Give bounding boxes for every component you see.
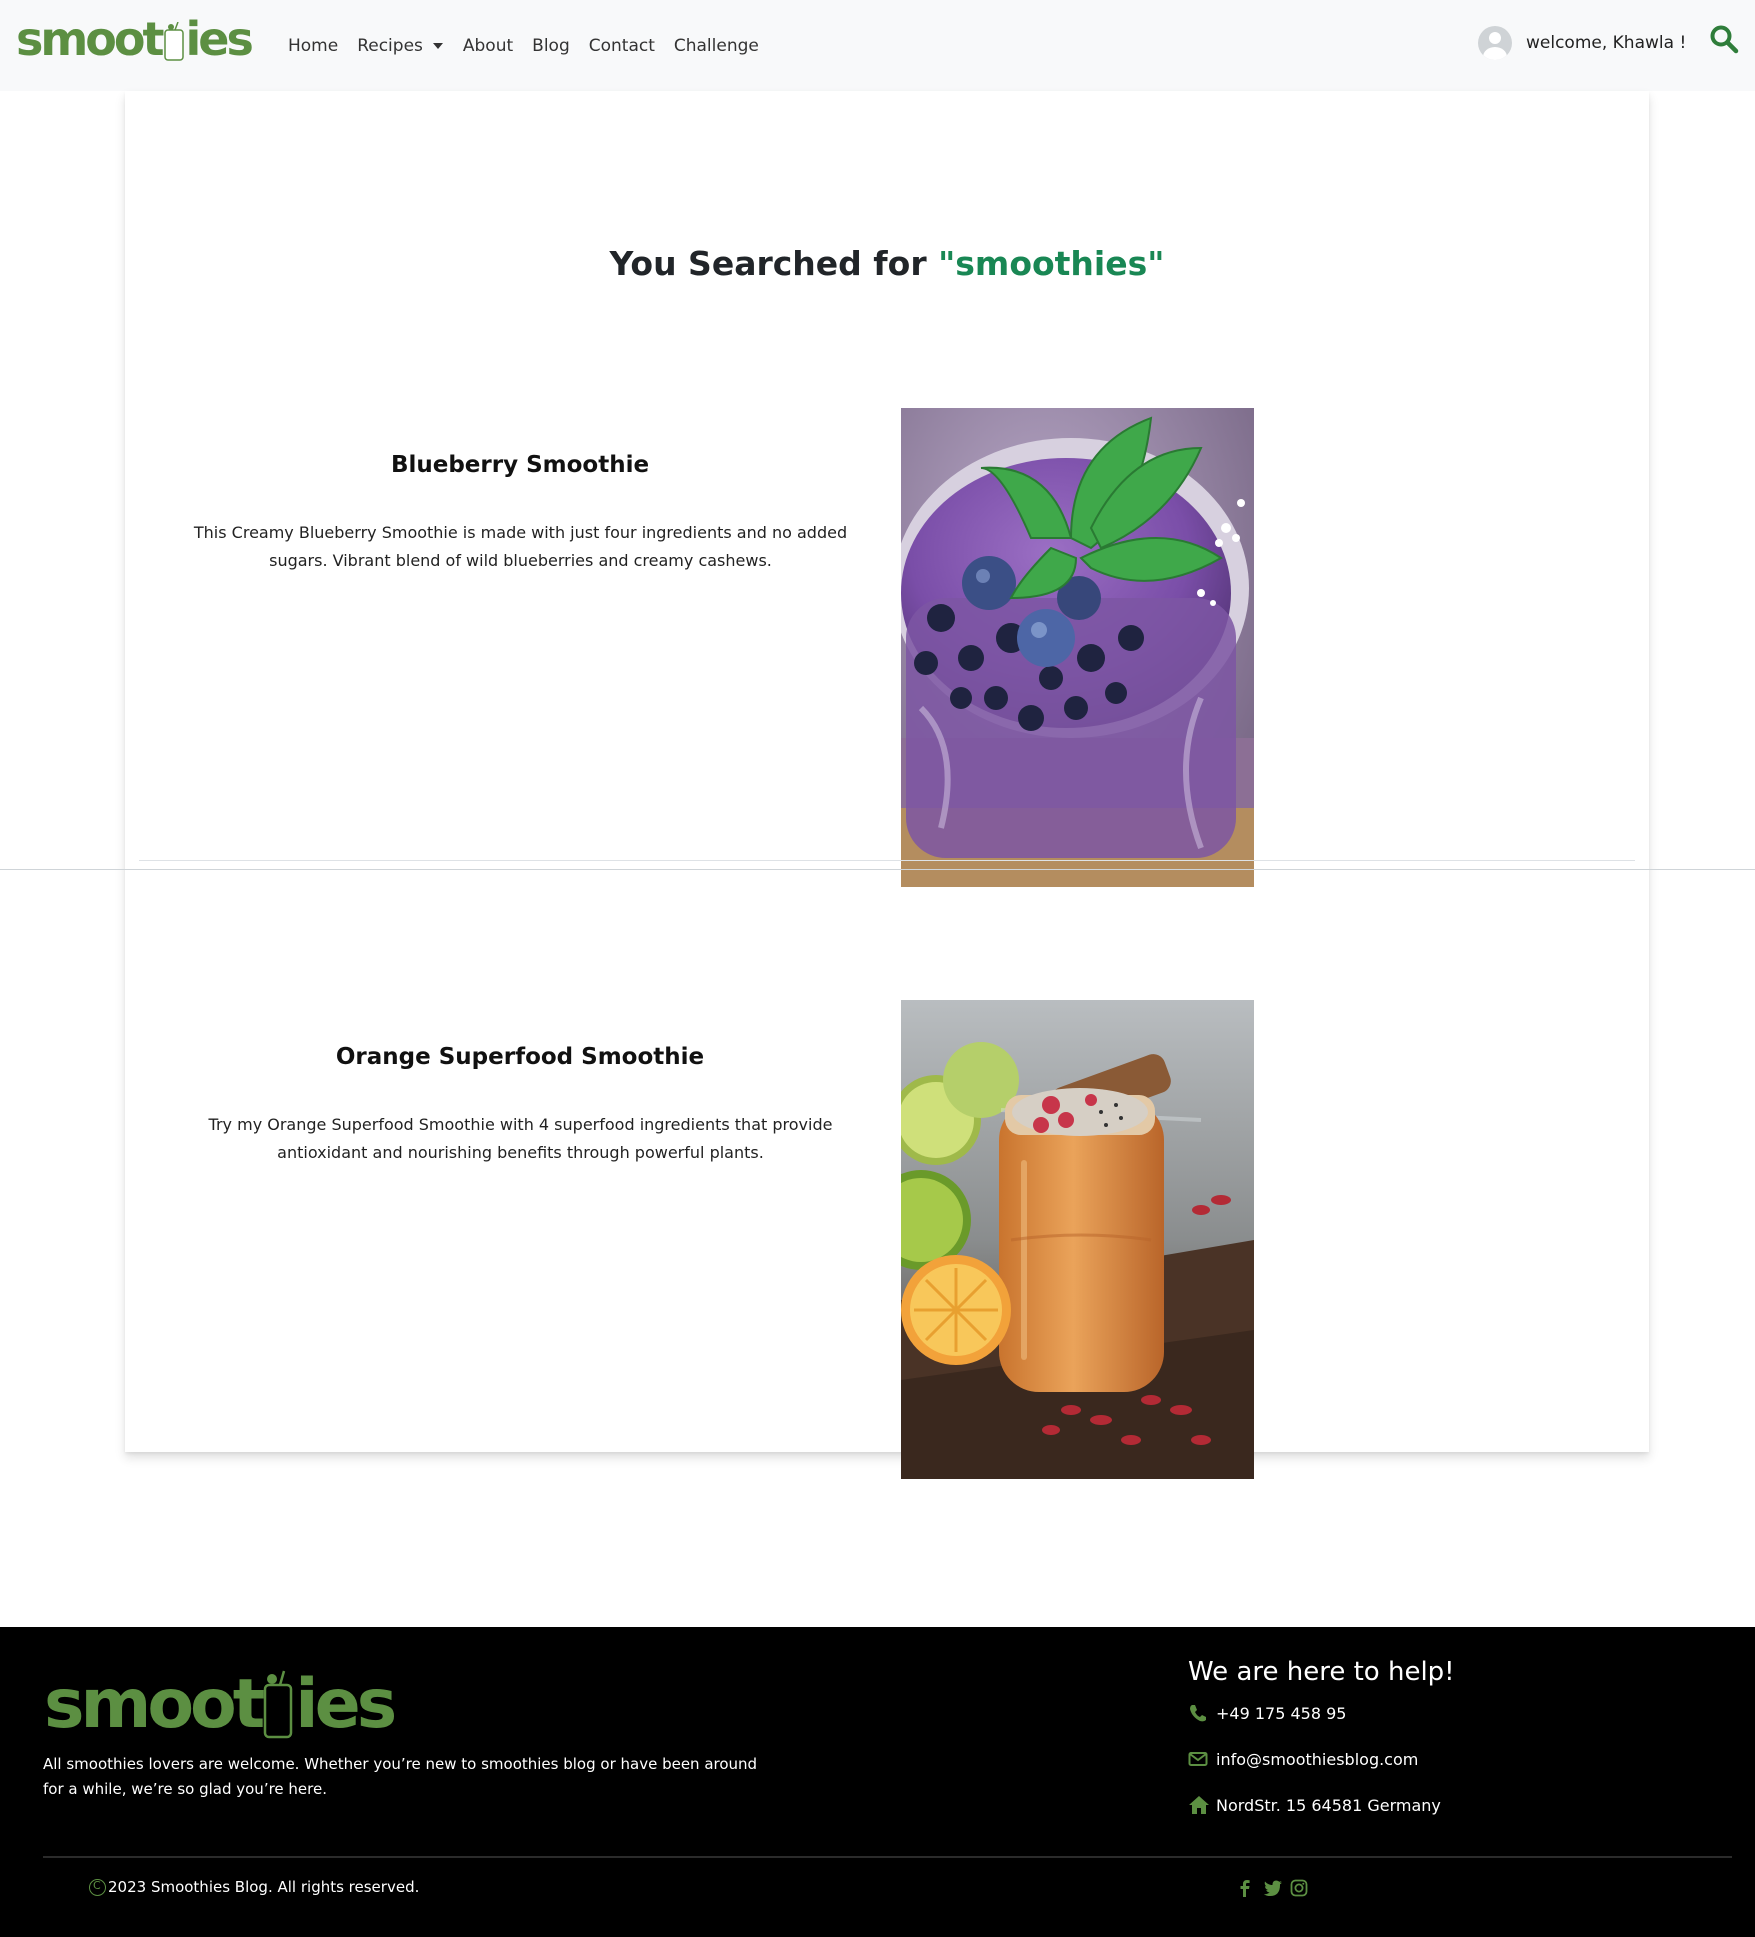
- phone-icon: [1188, 1703, 1208, 1723]
- footer-email[interactable]: info@smoothiesblog.com: [1188, 1749, 1418, 1769]
- nav-home[interactable]: Home: [288, 36, 338, 56]
- footer-logo-text-left: smoot: [44, 1665, 265, 1744]
- nav-about[interactable]: About: [463, 36, 513, 56]
- envelope-icon: [1188, 1749, 1208, 1769]
- result-item[interactable]: Blueberry Smoothie This Creamy Blueberry…: [125, 316, 1649, 887]
- copyright-icon: [89, 1878, 106, 1896]
- orange-smoothie-image[interactable]: [901, 1000, 1254, 1479]
- brand-logo[interactable]: smoot ies: [16, 12, 254, 66]
- result-description: Try my Orange Superfood Smoothie with 4 …: [208, 1115, 833, 1162]
- social-links: [1236, 1879, 1317, 1897]
- address-text: NordStr. 15 64581 Germany: [1216, 1795, 1441, 1815]
- result-title[interactable]: Blueberry Smoothie: [125, 452, 915, 478]
- user-avatar-icon: [1478, 26, 1512, 60]
- search-icon[interactable]: [1709, 24, 1739, 54]
- footer-address: NordStr. 15 64581 Germany: [1188, 1795, 1441, 1815]
- page-title: You Searched for "smoothies": [125, 244, 1649, 283]
- glass-icon: [262, 1669, 294, 1739]
- nav-challenge[interactable]: Challenge: [674, 36, 759, 56]
- blueberry-smoothie-image[interactable]: [901, 408, 1254, 887]
- home-icon: [1188, 1795, 1209, 1815]
- user-menu[interactable]: welcome, Khawla !: [1478, 24, 1686, 62]
- copyright-text: 2023 Smoothies Blog. All rights reserved…: [108, 1878, 420, 1896]
- footer-logo[interactable]: smoot ies: [44, 1663, 397, 1744]
- glass-icon: [163, 21, 185, 61]
- logo-text-left: smoot: [16, 12, 165, 66]
- footer-phone[interactable]: +49 175 458 95: [1188, 1703, 1346, 1723]
- footer-copyright: 2023 Smoothies Blog. All rights reserved…: [89, 1878, 419, 1896]
- result-title[interactable]: Orange Superfood Smoothie: [125, 1044, 915, 1070]
- result-item[interactable]: Orange Superfood Smoothie Try my Orange …: [125, 908, 1649, 1479]
- footer-logo-text-right: ies: [295, 1665, 397, 1744]
- footer: smoot ies All smoothies lovers are welco…: [0, 1627, 1755, 1937]
- footer-divider: [43, 1856, 1732, 1858]
- nav-contact[interactable]: Contact: [589, 36, 655, 56]
- nav-blog[interactable]: Blog: [532, 36, 570, 56]
- footer-help-title: We are here to help!: [1188, 1657, 1455, 1687]
- navbar: smoot ies Home Recipes About Blog Contac…: [0, 0, 1755, 91]
- page-divider: [0, 869, 1755, 870]
- main-nav: Home Recipes About Blog Contact Challeng…: [288, 0, 778, 91]
- result-divider: [139, 860, 1635, 861]
- search-term: "smoothies": [938, 244, 1165, 283]
- facebook-icon[interactable]: [1236, 1879, 1254, 1897]
- nav-recipes-label: Recipes: [357, 35, 423, 56]
- result-description: This Creamy Blueberry Smoothie is made w…: [193, 523, 848, 570]
- search-results-card: You Searched for "smoothies" Blueberry S…: [125, 91, 1649, 1479]
- chevron-down-icon: [432, 42, 443, 49]
- welcome-text: welcome, Khawla !: [1526, 33, 1687, 53]
- logo-text-right: ies: [185, 12, 254, 66]
- phone-text: +49 175 458 95: [1216, 1703, 1347, 1723]
- twitter-icon[interactable]: [1263, 1879, 1282, 1897]
- instagram-icon[interactable]: [1290, 1879, 1308, 1897]
- email-text: info@smoothiesblog.com: [1216, 1749, 1419, 1769]
- footer-about-text: All smoothies lovers are welcome. Whethe…: [43, 1755, 758, 1798]
- search-title-prefix: You Searched for: [609, 244, 939, 283]
- nav-recipes-dropdown[interactable]: Recipes: [357, 36, 451, 56]
